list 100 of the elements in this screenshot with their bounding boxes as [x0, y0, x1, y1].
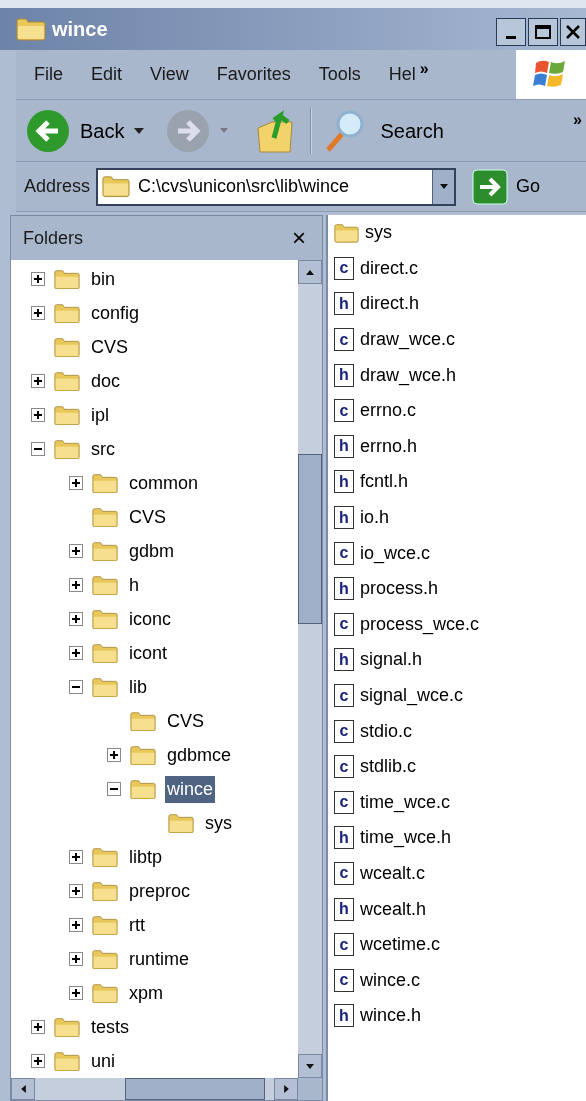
menu-item[interactable]: View [150, 61, 189, 88]
tree-item[interactable]: gdbm [127, 537, 177, 565]
file-name[interactable]: wcetime.c [360, 931, 440, 959]
go-button[interactable]: Go [472, 168, 541, 205]
tree-item[interactable]: iconc [127, 605, 174, 633]
expand-icon[interactable] [69, 918, 83, 932]
maximize-button[interactable] [528, 18, 558, 46]
collapse-icon[interactable] [31, 442, 45, 456]
expand-icon[interactable] [69, 884, 83, 898]
caret-icon[interactable] [134, 127, 145, 134]
expand-icon[interactable] [31, 306, 45, 320]
file-name[interactable]: stdlib.c [360, 753, 417, 781]
file-name[interactable]: process_wce.c [360, 610, 480, 638]
expand-icon[interactable] [69, 952, 83, 966]
file-name[interactable]: sys [365, 219, 392, 247]
collapse-icon[interactable] [107, 782, 121, 796]
expand-icon[interactable] [69, 476, 83, 490]
menu-item[interactable]: Edit [91, 61, 123, 88]
menu-item[interactable]: Favorites [216, 61, 291, 88]
tree-item[interactable]: tests [89, 1013, 131, 1041]
scrollbar-thumb[interactable] [125, 1078, 265, 1100]
tree-item[interactable]: bin [89, 265, 118, 293]
scroll-up-icon[interactable] [306, 269, 314, 275]
tree-item[interactable]: rtt [127, 911, 147, 939]
tree-item[interactable]: config [89, 299, 142, 327]
tree-item[interactable]: icont [127, 639, 170, 667]
menu-overflow-button[interactable]: » [419, 56, 429, 81]
collapse-icon[interactable] [69, 680, 83, 694]
back-button[interactable]: Back [26, 108, 125, 153]
folder-icon [54, 404, 80, 426]
file-name[interactable]: process.h [360, 575, 439, 603]
tree-item[interactable]: doc [89, 367, 123, 395]
menu-item[interactable]: Hel [388, 61, 416, 88]
file-name[interactable]: io.h [360, 504, 390, 532]
expand-icon[interactable] [31, 1054, 45, 1068]
expand-icon[interactable] [69, 986, 83, 1000]
scroll-right-icon[interactable] [283, 1085, 289, 1093]
tree-item[interactable]: preproc [127, 877, 193, 905]
tree-item[interactable]: CVS [165, 707, 206, 735]
menu-item[interactable]: Tools [318, 61, 361, 88]
dropdown-button[interactable] [432, 169, 455, 204]
expand-icon[interactable] [69, 544, 83, 558]
scroll-down-icon[interactable] [306, 1063, 314, 1069]
tree-item[interactable]: xpm [127, 979, 165, 1007]
file-name[interactable]: draw_wce.h [360, 361, 457, 389]
file-name[interactable]: wcealt.h [360, 895, 427, 923]
tree-item[interactable]: lib [127, 673, 149, 701]
scroll-left-icon[interactable] [20, 1085, 26, 1093]
file-name[interactable]: draw_wce.c [360, 326, 456, 354]
file-name[interactable]: wince.c [360, 966, 421, 994]
address-field[interactable]: C:\cvs\unicon\src\lib\wince [96, 167, 457, 206]
folder-icon [16, 17, 46, 41]
file-name[interactable]: direct.h [360, 290, 420, 318]
expand-icon[interactable] [107, 748, 121, 762]
expand-icon[interactable] [69, 646, 83, 660]
expand-icon[interactable] [31, 374, 45, 388]
tree-item[interactable]: ipl [89, 401, 111, 429]
minimize-button[interactable] [496, 18, 526, 46]
tree-item[interactable]: CVS [89, 333, 130, 361]
tree-item[interactable]: uni [89, 1047, 118, 1075]
source-file-icon: h [334, 826, 354, 850]
file-name[interactable]: io_wce.c [360, 539, 431, 567]
horizontal-scrollbar[interactable] [11, 1078, 298, 1100]
expand-icon[interactable] [31, 272, 45, 286]
tree-item[interactable]: runtime [127, 945, 192, 973]
file-name[interactable]: wcealt.c [360, 860, 426, 887]
expand-icon[interactable] [31, 408, 45, 422]
expand-icon[interactable] [69, 578, 83, 592]
file-name[interactable]: direct.c [360, 254, 419, 282]
pane-close-button[interactable]: × [292, 220, 306, 256]
source-file-icon: c [334, 684, 354, 707]
file-name[interactable]: errno.c [360, 397, 417, 425]
vertical-scrollbar[interactable] [298, 260, 322, 1078]
tree-item[interactable]: common [127, 469, 201, 497]
tree-item[interactable]: sys [203, 809, 234, 837]
source-file-icon: c [334, 790, 354, 814]
expand-icon[interactable] [69, 612, 83, 626]
scrollbar-thumb[interactable] [298, 454, 322, 624]
file-name[interactable]: time_wce.h [360, 824, 452, 852]
tree-item[interactable]: wince [165, 775, 216, 803]
file-name[interactable]: time_wce.c [360, 788, 451, 816]
file-name[interactable]: stdio.c [360, 717, 413, 745]
file-name[interactable]: errno.h [360, 432, 418, 460]
file-name[interactable]: wince.h [360, 1002, 422, 1030]
tree-item[interactable]: libtp [127, 843, 165, 871]
tree-item[interactable]: gdbmce [165, 741, 234, 769]
menu-item[interactable]: File [34, 61, 63, 88]
file-name[interactable]: signal_wce.c [360, 682, 464, 709]
file-name[interactable]: fcntl.h [360, 468, 409, 496]
expand-icon[interactable] [69, 850, 83, 864]
toolbar-overflow-button[interactable]: » [573, 107, 582, 132]
expand-icon[interactable] [31, 1020, 45, 1034]
folder-icon [54, 302, 80, 324]
tree-item[interactable]: CVS [127, 503, 168, 531]
file-name[interactable]: signal.h [360, 646, 423, 674]
pane-title: Folders [23, 226, 84, 250]
tree-item[interactable]: src [89, 435, 117, 463]
close-button[interactable] [560, 18, 586, 46]
search-button[interactable]: Search [322, 107, 444, 154]
tree-item[interactable]: h [127, 571, 141, 599]
